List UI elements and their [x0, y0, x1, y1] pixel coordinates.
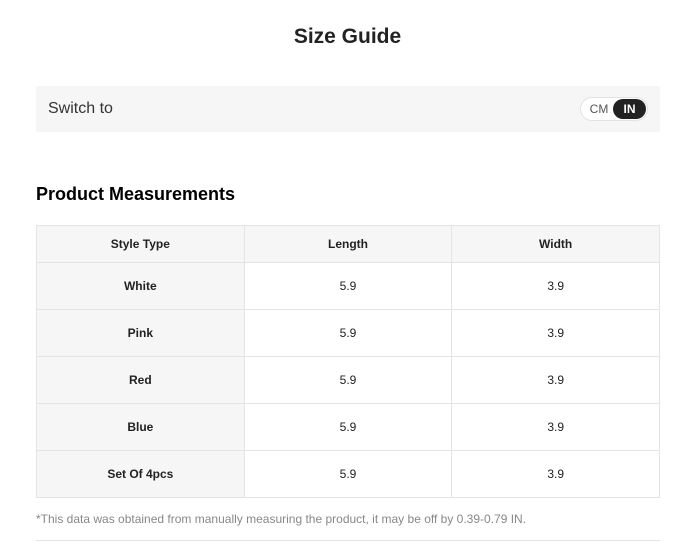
unit-toggle[interactable]: CM IN [580, 97, 648, 121]
table-row: Blue 5.9 3.9 [36, 403, 660, 451]
unit-switch-bar: Switch to CM IN [36, 86, 660, 132]
header-width: Width [451, 225, 660, 263]
length-cell: 5.9 [243, 309, 453, 357]
length-cell: 5.9 [243, 262, 453, 310]
switch-label: Switch to [48, 100, 113, 117]
table-row: Red 5.9 3.9 [36, 356, 660, 404]
width-cell: 3.9 [451, 309, 660, 357]
table-row: White 5.9 3.9 [36, 262, 660, 310]
measurements-table: Style Type Length Width White 5.9 3.9 Pi… [36, 225, 660, 498]
table-row: Pink 5.9 3.9 [36, 309, 660, 357]
width-cell: 3.9 [451, 262, 660, 310]
style-cell: Blue [36, 403, 245, 451]
table-row: Set Of 4pcs 5.9 3.9 [36, 450, 660, 498]
page-title: Size Guide [293, 25, 402, 48]
length-cell: 5.9 [243, 403, 453, 451]
section-title: Product Measurements [36, 184, 236, 204]
width-cell: 3.9 [451, 450, 660, 498]
style-cell: Red [36, 356, 245, 404]
length-cell: 5.9 [243, 356, 453, 404]
divider [36, 540, 660, 541]
width-cell: 3.9 [451, 403, 660, 451]
measurement-disclaimer: *This data was obtained from manually me… [36, 512, 527, 526]
header-style-type: Style Type [36, 225, 245, 263]
unit-in-option[interactable]: IN [613, 99, 646, 119]
style-cell: Set Of 4pcs [36, 450, 245, 498]
header-length: Length [243, 225, 453, 263]
length-cell: 5.9 [243, 450, 453, 498]
style-cell: Pink [36, 309, 245, 357]
table-header-row: Style Type Length Width [36, 225, 660, 263]
unit-cm-option[interactable]: CM [584, 98, 614, 120]
style-cell: White [36, 262, 245, 310]
width-cell: 3.9 [451, 356, 660, 404]
